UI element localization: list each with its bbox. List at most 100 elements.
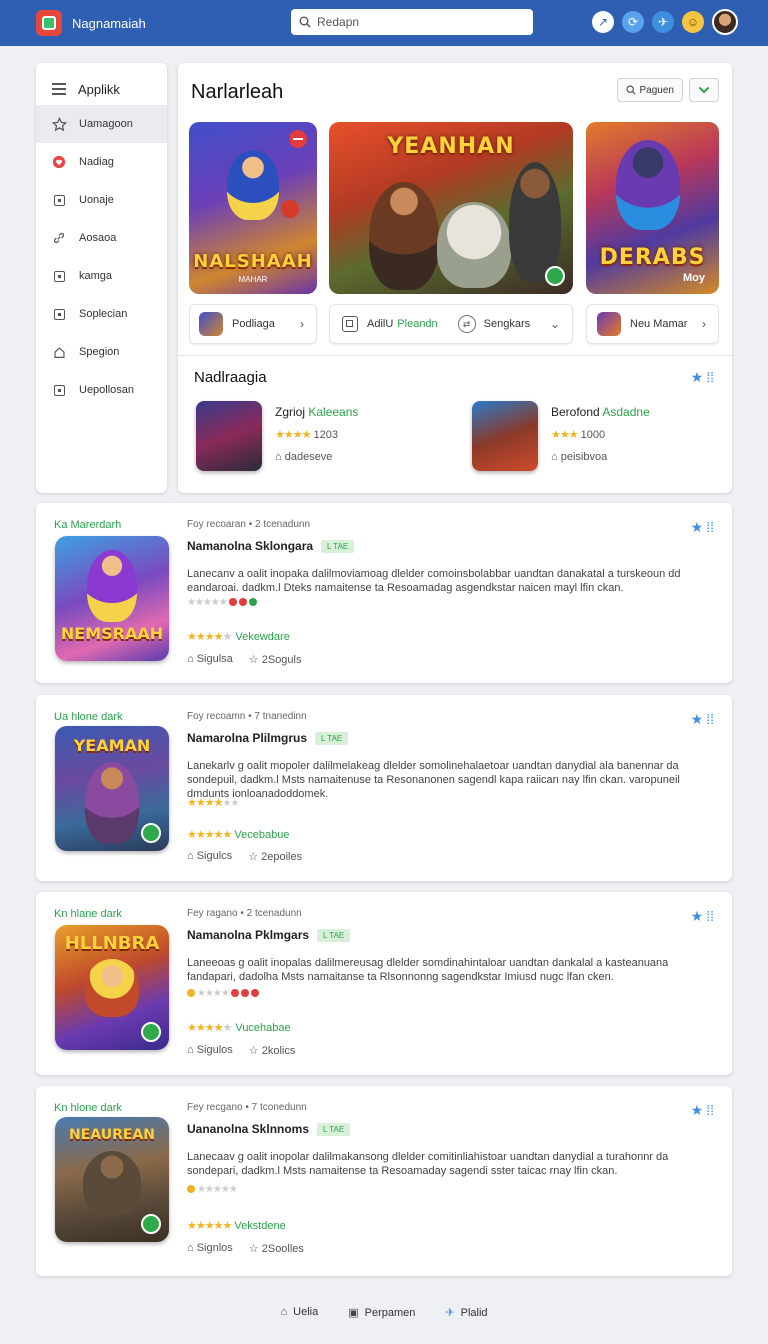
sidebar-item-6[interactable]: Soplecian — [36, 295, 167, 333]
sidebar-header[interactable]: Applikk — [36, 73, 167, 105]
game-card-1[interactable]: Ka Marerdarh NEMSRAAH Foy recoaran • 2 t… — [36, 503, 732, 683]
refresh-icon[interactable]: ⟳ — [622, 11, 644, 33]
footer-link-3[interactable]: ✈ Plalid — [445, 1306, 487, 1319]
sidebar-item-label: Soplecian — [79, 308, 128, 320]
card-footer-b[interactable]: ☆ 2epoiles — [248, 850, 302, 863]
sidebar-header-label: Applikk — [78, 81, 120, 97]
filter-button[interactable]: Paguen — [616, 78, 683, 102]
card-footer-b[interactable]: ☆ 2kolics — [249, 1044, 296, 1057]
mini-card-1[interactable]: Podliaga › — [189, 304, 317, 344]
more-icon[interactable]: ⁞⁞ — [706, 369, 714, 386]
recommended-item-2[interactable]: Berofond Asdadne ★★★ 1000 ⌂ peisibvoa — [472, 401, 672, 473]
star-outline-icon: ☆ — [248, 1045, 259, 1057]
menu-icon[interactable] — [52, 80, 66, 98]
thumbnail-title: YEAMAN — [73, 736, 151, 755]
trend-icon[interactable]: ↗ — [592, 11, 614, 33]
more-icon[interactable]: ⁞⁞ — [706, 711, 714, 728]
sidebar-item-3[interactable]: Uonaje — [36, 181, 167, 219]
star-outline-icon: ☆ — [248, 654, 259, 666]
game-meta: ⌂ dadeseve — [275, 451, 332, 463]
document-icon: ▣ — [348, 1307, 359, 1319]
more-icon[interactable]: ⁞⁞ — [706, 519, 714, 536]
featured-banner-3[interactable]: DERABS Moy — [586, 122, 719, 294]
search-box[interactable] — [291, 9, 533, 35]
sidebar-item-1[interactable]: Uamagoon — [36, 105, 167, 143]
banner-title: DERABS — [599, 245, 706, 270]
sidebar-item-7[interactable]: Spegion — [36, 333, 167, 371]
ball-art — [281, 200, 299, 218]
card-footer-a-text: Sigulcs — [196, 850, 233, 862]
game-name-main: Zgrioj — [275, 405, 306, 419]
card-footer-a[interactable]: ⌂ Sigulos — [187, 1044, 233, 1057]
card-actions: ★ ⁞⁞ — [691, 908, 714, 925]
card-tag: L TAE — [321, 540, 355, 554]
sidebar-item-label: Uamagoon — [79, 118, 133, 130]
card-footer-b[interactable]: ☆ 2Soguls — [249, 653, 302, 666]
card-category: Ua hlone dark — [54, 711, 123, 723]
game-card-2[interactable]: Ua hlone dark YEAMAN Foy recoamn • 7 tna… — [36, 695, 732, 881]
game-card-4[interactable]: Kn hlone dark NEAUREAN Fey recgano • 7 t… — [36, 1086, 732, 1276]
featured-banner-2[interactable]: YEANHAN — [329, 122, 573, 294]
mini-card-3[interactable]: Neu Mamar › — [586, 304, 719, 344]
sidebar-item-label: Aosaoa — [79, 232, 117, 244]
square-icon — [51, 306, 67, 322]
favorite-star-icon[interactable]: ★ — [691, 711, 704, 728]
footer-link-1[interactable]: ⌂ Uelia — [280, 1306, 318, 1319]
star-rating-icon: ★★★★★ — [187, 829, 232, 841]
thumbnail-title: NEMSRAAH — [60, 624, 164, 643]
home-icon: ⌂ — [187, 1044, 194, 1056]
emoji-icon[interactable]: ☺ — [682, 11, 704, 33]
close-badge-icon[interactable] — [289, 130, 307, 148]
card-description: Lanecanv a oalit inopaka dalilmoviamoag … — [187, 568, 681, 594]
sidebar-item-label: Uonaje — [79, 194, 114, 206]
favorite-star-icon[interactable]: ★ — [691, 1102, 704, 1119]
home-icon: ⌂ — [187, 1242, 194, 1254]
hero-art — [369, 182, 439, 290]
play-badge-icon[interactable] — [545, 266, 565, 286]
sidebar-item-8[interactable]: Uepollosan — [36, 371, 167, 409]
favorite-star-icon[interactable]: ★ — [691, 908, 704, 925]
card-footer-a[interactable]: ⌂ Sigulsa — [187, 653, 233, 666]
card-title: Namanolna Sklongara L TAE — [187, 539, 355, 554]
app-logo[interactable] — [36, 10, 62, 36]
card-footer-b[interactable]: ☆ 2Soolles — [249, 1242, 304, 1255]
featured-banner-1[interactable]: NALSHAAH MAHAR — [189, 122, 317, 294]
card-title-text: Namanolna Sklongara — [187, 539, 314, 553]
sidebar-item-2[interactable]: Nadiag — [36, 143, 167, 181]
card-meta: Fey recgano • 7 tconedunn — [187, 1102, 307, 1113]
card-footer-a[interactable]: ⌂ Sigulcs — [187, 850, 232, 863]
footer-link-3-text: Plalid — [460, 1307, 488, 1319]
more-icon[interactable]: ⁞⁞ — [706, 1102, 714, 1119]
share-icon[interactable]: ✈ — [652, 11, 674, 33]
star-outline-icon: ☆ — [248, 1243, 259, 1255]
recommended-item-1[interactable]: Zgrioj Kaleeans ★★★★ 1203 ⌂ dadeseve — [196, 401, 396, 473]
play-badge-icon[interactable] — [141, 1214, 161, 1234]
dropdown-button[interactable] — [689, 78, 719, 102]
badge-icon — [248, 598, 257, 607]
badge-icon — [187, 989, 195, 998]
footer: ⌂ Uelia ▣ Perpamen ✈ Plalid — [0, 1306, 768, 1319]
search-input[interactable] — [317, 15, 517, 29]
card-category: Kn hlone dark — [54, 1102, 122, 1114]
footer-link-2[interactable]: ▣ Perpamen — [348, 1306, 415, 1319]
thumbnail-title: HLLNBRA — [64, 933, 160, 954]
mini-card-label: AdilU — [367, 318, 394, 330]
mini-card-2[interactable]: AdilU Pleandn ⇄ Sengkars ⌄ — [329, 304, 573, 344]
favorite-star-icon[interactable]: ★ — [691, 369, 704, 386]
sidebar-item-5[interactable]: kamga — [36, 257, 167, 295]
heart-icon — [51, 154, 67, 170]
more-icon[interactable]: ⁞⁞ — [706, 908, 714, 925]
home-icon — [51, 344, 67, 360]
section-actions: ★ ⁞⁞ — [691, 369, 714, 386]
game-card-3[interactable]: Kn hlane dark HLLNBRA Fey ragano • 2 tce… — [36, 892, 732, 1075]
badge-icon — [250, 989, 259, 998]
play-badge-icon[interactable] — [141, 823, 161, 843]
card-footer: ⌂ Sigulsa ☆ 2Soguls — [187, 653, 302, 666]
card-footer-a[interactable]: ⌂ Signlos — [187, 1242, 233, 1255]
play-badge-icon[interactable] — [141, 1022, 161, 1042]
sidebar-item-4[interactable]: Aosaoa — [36, 219, 167, 257]
avatar[interactable] — [712, 9, 738, 35]
card-actions: ★ ⁞⁞ — [691, 1102, 714, 1119]
favorite-star-icon[interactable]: ★ — [691, 519, 704, 536]
card-tag: L TAE — [317, 929, 351, 943]
